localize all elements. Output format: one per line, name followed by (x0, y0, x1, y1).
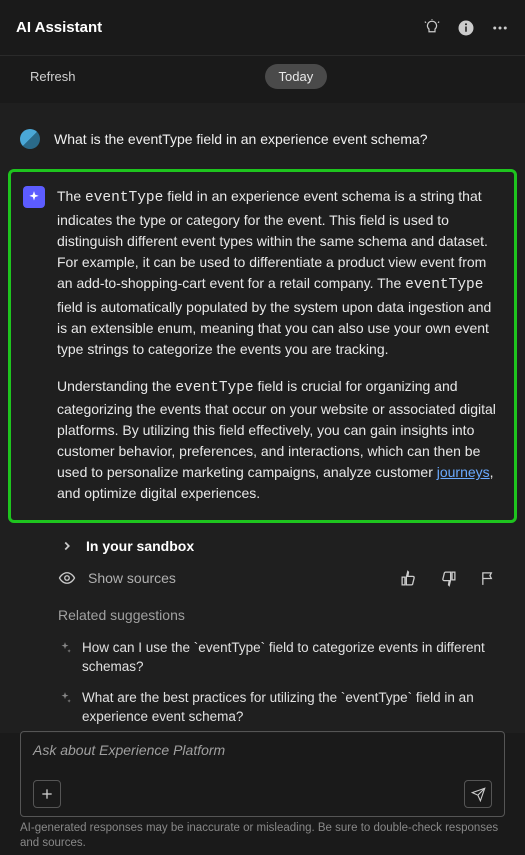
in-your-sandbox-toggle[interactable]: In your sandbox (0, 523, 525, 559)
user-message-text: What is the eventType field in an experi… (54, 131, 428, 147)
text: Understanding the (57, 378, 175, 394)
show-sources-label: Show sources (88, 570, 176, 586)
thumbs-down-icon[interactable] (439, 569, 457, 587)
more-icon[interactable] (491, 19, 509, 37)
response-actions: Show sources (0, 559, 525, 593)
related-title: Related suggestions (58, 607, 505, 623)
show-sources-button[interactable]: Show sources (58, 569, 176, 587)
user-avatar-icon (20, 129, 40, 149)
feedback-buttons (399, 569, 497, 587)
thumbs-up-icon[interactable] (399, 569, 417, 587)
chevron-right-icon (58, 537, 76, 555)
eye-icon (58, 569, 76, 587)
sandbox-label: In your sandbox (86, 538, 194, 554)
code-text: eventType (85, 190, 163, 206)
text: field is automatically populated by the … (57, 299, 491, 357)
flag-icon[interactable] (479, 569, 497, 587)
message-input[interactable]: Ask about Experience Platform (20, 731, 505, 817)
suggestion-text: What are the best practices for utilizin… (82, 689, 505, 727)
ai-response-text: The eventType field in an experience eve… (57, 186, 502, 504)
suggestion-text: How can I use the `eventType` field to c… (82, 639, 505, 677)
input-buttons (33, 780, 492, 808)
send-button[interactable] (464, 780, 492, 808)
today-chip: Today (265, 64, 328, 89)
sparkle-icon (58, 641, 72, 661)
suggestion-item[interactable]: How can I use the `eventType` field to c… (58, 633, 505, 683)
input-placeholder: Ask about Experience Platform (33, 742, 492, 758)
text: The (57, 188, 85, 204)
user-message: What is the eventType field in an experi… (0, 121, 525, 169)
lightbulb-icon[interactable] (423, 19, 441, 37)
sparkle-icon (58, 691, 72, 711)
app-title: AI Assistant (16, 19, 102, 36)
conversation: What is the eventType field in an experi… (0, 103, 525, 733)
chip-row: Refresh Today (0, 56, 525, 103)
code-text: eventType (175, 380, 253, 396)
header-bar: AI Assistant (0, 0, 525, 56)
ai-response-highlighted: The eventType field in an experience eve… (8, 169, 517, 523)
add-attachment-button[interactable] (33, 780, 61, 808)
ai-sparkle-icon (23, 186, 45, 208)
related-suggestions: Related suggestions How can I use the `e… (0, 593, 525, 733)
suggestion-item[interactable]: What are the best practices for utilizin… (58, 683, 505, 733)
disclaimer-text: AI-generated responses may be inaccurate… (20, 821, 505, 851)
journeys-link[interactable]: journeys (437, 464, 490, 480)
info-icon[interactable] (457, 19, 475, 37)
refresh-chip[interactable]: Refresh (16, 64, 90, 89)
code-text: eventType (405, 277, 483, 293)
header-actions (423, 19, 509, 37)
